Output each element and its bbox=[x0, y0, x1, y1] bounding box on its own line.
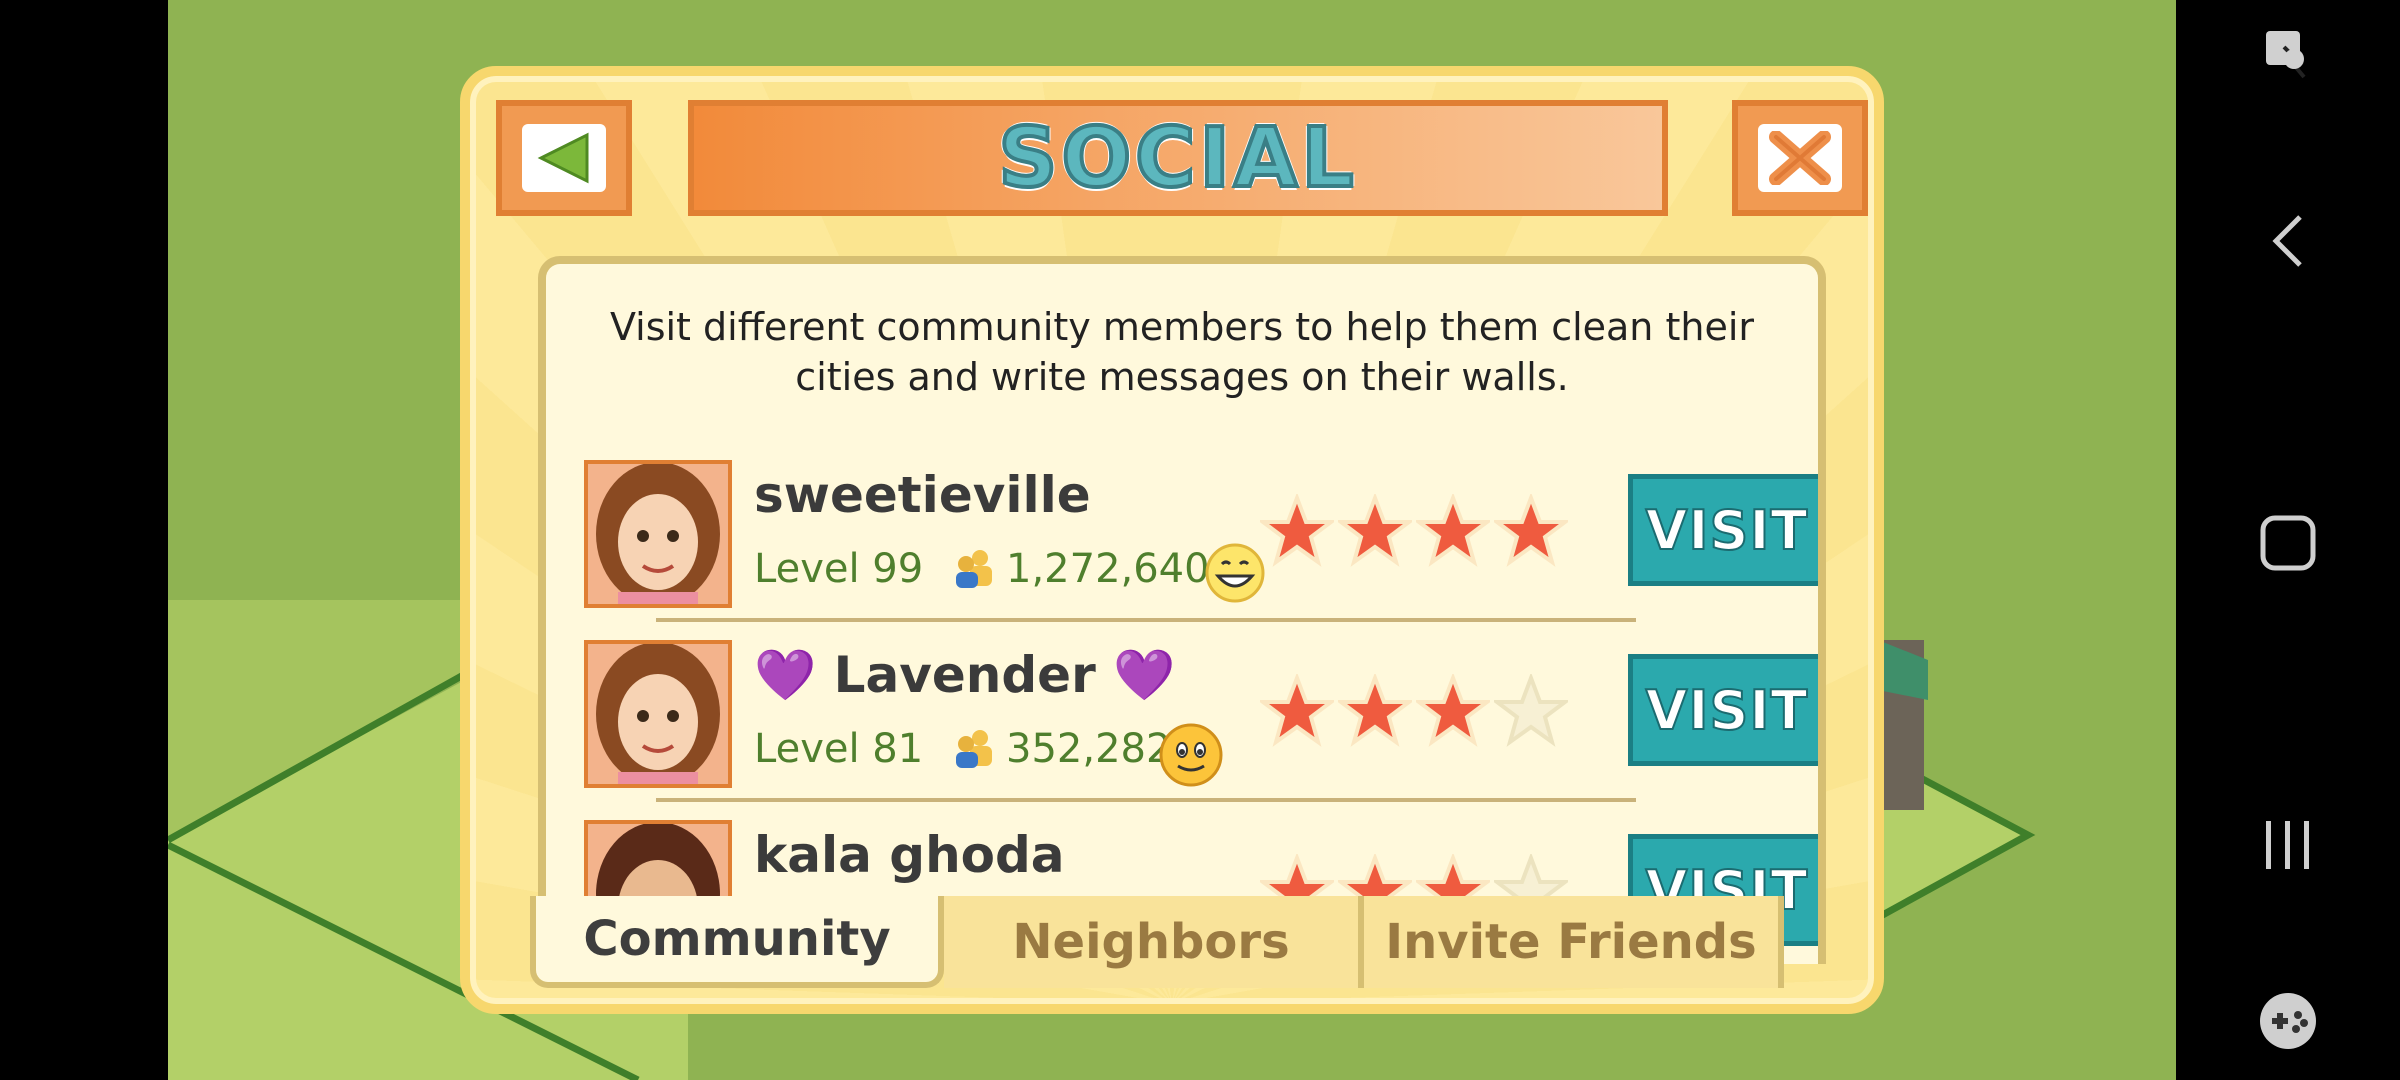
nav-home-icon[interactable] bbox=[2176, 488, 2400, 598]
filled-star-icon bbox=[1260, 494, 1334, 567]
row-divider bbox=[656, 618, 1636, 622]
people-icon bbox=[956, 730, 992, 768]
filled-star-icon bbox=[1260, 674, 1334, 747]
people-icon bbox=[956, 550, 992, 588]
empty-star-icon bbox=[1494, 674, 1568, 747]
tab-bar: Community Neighbors Invite Friends bbox=[530, 896, 1830, 988]
member-population: 352,282 bbox=[1006, 726, 1172, 772]
android-nav-bar bbox=[2176, 0, 2400, 1080]
tab-invite-friends[interactable]: Invite Friends bbox=[1364, 896, 1784, 988]
screen-lock-icon[interactable] bbox=[2176, 0, 2400, 110]
star-rating bbox=[1260, 494, 1568, 568]
member-level: Level 99 bbox=[754, 546, 924, 592]
avatar bbox=[584, 640, 732, 788]
visit-button[interactable]: VISIT bbox=[1628, 474, 1818, 586]
avatar bbox=[584, 460, 732, 608]
filled-star-icon bbox=[1494, 494, 1568, 567]
game-controller-icon[interactable] bbox=[2176, 966, 2400, 1076]
row-divider bbox=[656, 798, 1636, 802]
filled-star-icon bbox=[1416, 674, 1490, 747]
filled-star-icon bbox=[1338, 494, 1412, 567]
title-banner: SOCIAL bbox=[688, 100, 1668, 216]
member-population: 1,272,640 bbox=[1006, 546, 1210, 592]
green-triangle-back-icon bbox=[537, 132, 589, 184]
close-icon bbox=[1769, 131, 1831, 185]
social-dialog: SOCIAL Visit different community members… bbox=[460, 66, 1884, 1014]
member-name: 💜 Lavender 💜 bbox=[754, 646, 1176, 704]
dialog-title: SOCIAL bbox=[996, 109, 1358, 208]
member-name: kala ghoda bbox=[754, 826, 1065, 884]
tab-neighbors[interactable]: Neighbors bbox=[944, 896, 1364, 988]
smile-emoji-icon bbox=[1159, 723, 1223, 787]
member-level: Level 81 bbox=[754, 726, 924, 772]
star-rating bbox=[1260, 674, 1568, 748]
tab-community[interactable]: Community bbox=[530, 896, 944, 988]
close-button[interactable] bbox=[1732, 100, 1868, 216]
community-list-panel: Visit different community members to hel… bbox=[538, 256, 1826, 964]
visit-button[interactable]: VISIT bbox=[1628, 654, 1818, 766]
back-button[interactable] bbox=[496, 100, 632, 216]
member-name: sweetieville bbox=[754, 466, 1091, 524]
dialog-description: Visit different community members to hel… bbox=[609, 305, 1755, 399]
nav-recents-icon[interactable] bbox=[2176, 790, 2400, 900]
grin-emoji-icon bbox=[1205, 543, 1265, 603]
filled-star-icon bbox=[1338, 674, 1412, 747]
list-item: 💜 Lavender 💜 Level 81 352,282 VISIT bbox=[584, 640, 1818, 792]
nav-back-icon[interactable] bbox=[2176, 186, 2400, 296]
list-item: sweetieville Level 99 1,272,640 VISIT bbox=[584, 460, 1818, 612]
filled-star-icon bbox=[1416, 494, 1490, 567]
